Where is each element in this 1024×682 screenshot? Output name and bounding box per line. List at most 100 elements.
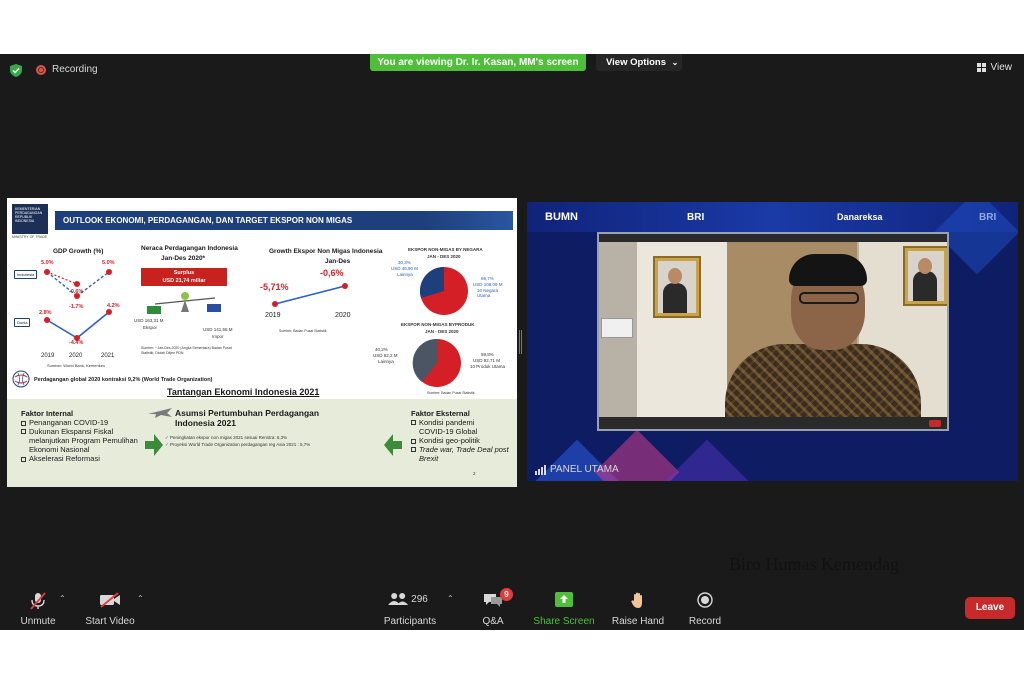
portrait-frame — [903, 246, 947, 306]
shared-screen-slide: KEMENTERIAN PERDAGANGAN REPUBLIK INDONES… — [7, 198, 517, 487]
pie1-chart — [419, 266, 468, 315]
growth-year-2019: 2019 — [265, 312, 281, 319]
raise-hand-icon — [631, 592, 642, 608]
arrow-left-icon — [384, 434, 402, 456]
gdp-dunia-2021: 4.2% — [107, 303, 120, 309]
surplus-box: Surplus USD 21,74 miliar — [141, 268, 227, 286]
pie1-left-pct: 30,3% — [398, 260, 411, 265]
pie1-right-pct: 69,7% — [481, 276, 494, 281]
arrow-right-icon — [145, 434, 163, 456]
qa-label: Q&A — [482, 616, 504, 627]
grid-view-icon — [976, 63, 986, 72]
watermark-text: Biro Humas Kemendag — [729, 554, 899, 574]
participants-icon-group: 296 — [388, 592, 428, 606]
asumsi-list: ✓ Peningkatan ekspor non migas 2021 sesu… — [165, 434, 310, 448]
list-item-text: Kondisi pandemi COVID-19 Global — [419, 418, 478, 436]
list-item: Penanganan COVID-19 — [21, 418, 151, 427]
speaker-video-tile[interactable]: BUMN BRI Danareksa BRI PANEL UTAMA — [527, 202, 1018, 481]
list-item: Dukunan Ekspansi Fiskal melanjutkan Prog… — [21, 427, 151, 454]
signal-bars-icon — [535, 464, 546, 475]
zoom-meeting-window: Recording You are viewing Dr. Ir. Kasan,… — [0, 54, 1024, 630]
airplane-icon — [148, 408, 172, 418]
gdp-year-2020: 2020 — [69, 353, 83, 359]
growth-period: Jan-Des — [325, 258, 351, 265]
gdp-chart — [44, 269, 112, 341]
batik-pattern — [725, 344, 921, 423]
viewing-banner: You are viewing Dr. Ir. Kasan, MM's scre… — [370, 54, 586, 71]
participant-name: PANEL UTAMA — [550, 464, 619, 475]
faktor-eksternal-heading: Faktor Eksternal — [411, 409, 470, 418]
shield-check-icon[interactable] — [10, 64, 22, 77]
asumsi-heading: Asumsi Pertumbuhan Perdagangan Indonesia… — [175, 408, 320, 428]
meeting-toolbar: Unmute ⌃ Start Video ⌃ 296 Participants … — [0, 582, 1024, 630]
view-label: View — [990, 62, 1013, 73]
decor-shape — [664, 439, 750, 481]
pie2-left-label: Lainnya — [378, 359, 394, 364]
record-icon — [697, 592, 713, 608]
pie2-right-pct: 59,8% — [481, 352, 494, 357]
nested-toolbar-bottom — [599, 417, 947, 429]
pie2-period: JAN - DES 2020 — [425, 329, 459, 334]
top-bar: Recording You are viewing Dr. Ir. Kasan,… — [0, 54, 1024, 86]
recording-label[interactable]: Recording — [52, 64, 98, 75]
growth-title: Growth Ekspor Non Migas Indonesia — [269, 248, 383, 255]
qa-count-badge: 9 — [500, 588, 513, 601]
caret-up-icon[interactable]: ⌃ — [447, 594, 454, 603]
participants-label: Participants — [383, 616, 437, 627]
nested-toolbar — [599, 234, 947, 242]
checkbox-icon — [21, 456, 26, 462]
gdp-year-2021: 2021 — [101, 353, 115, 359]
list-item-text: Akselerasi Reformasi — [29, 454, 100, 463]
list-item-text: Kondisi geo-politik — [419, 436, 480, 445]
gdp-indo-2020: -1.7% — [69, 304, 84, 310]
record-label: Record — [688, 616, 722, 627]
nested-leave-button — [929, 420, 941, 427]
pie1-title: EKSPOR NON-MIGAS BY NEGARA — [408, 247, 483, 252]
growth-2020-value: -0,6% — [320, 268, 344, 278]
neraca-period: Jan-Des 2020* — [161, 255, 206, 262]
slide-page-number: 2 — [473, 471, 476, 476]
checkbox-icon — [21, 429, 26, 434]
speaker-camera-feed — [597, 232, 949, 431]
list-item: Akselerasi Reformasi — [21, 454, 151, 463]
pie2-right-label: 10 Produk Utama — [470, 364, 506, 369]
list-item: Kondisi pandemi COVID-19 Global — [411, 418, 515, 436]
slide-banner-text: OUTLOOK EKONOMI, PERDAGANGAN, DAN TARGET… — [63, 216, 353, 225]
list-item-text: Trade war, Trade Deal post Brexit — [419, 445, 509, 463]
indonesia-tag: Indonesia — [14, 270, 38, 279]
neraca-note: Sumber: * Jan-Des 2020 (Angka Sementara)… — [141, 346, 232, 355]
portrait-frame — [653, 256, 701, 318]
checkbox-icon — [411, 420, 416, 425]
start-video-label: Start Video — [85, 616, 135, 627]
impor-value: USD 141,56 M — [203, 327, 233, 332]
pie1-period: JAN - DES 2020 — [427, 254, 461, 259]
surplus-value: USD 21,74 miliar — [162, 278, 206, 284]
glasses — [799, 292, 859, 304]
microphone-muted-icon — [30, 592, 46, 610]
list-item: ✓ Peningkatan ekspor non migas 2021 sesu… — [165, 434, 310, 441]
faktor-eksternal-list: Faktor Eksternal Kondisi pandemi COVID-1… — [411, 409, 515, 463]
pie1-left-label: Lainnya — [397, 272, 413, 277]
view-options-button[interactable]: View Options ⌄ — [596, 54, 682, 71]
unmute-label: Unmute — [20, 616, 56, 627]
view-button[interactable]: View — [976, 62, 1013, 73]
pie1-right-value: USD 108,09 M — [473, 282, 503, 287]
growth-year-2020: 2020 — [335, 312, 351, 319]
speaker-hair — [789, 254, 867, 286]
ministry-sub: MINISTRY OF TRADE — [12, 235, 48, 239]
gdp-source: Sumber: World Bank, Kemenkeu — [47, 363, 106, 368]
growth-chart — [272, 283, 348, 307]
leave-button[interactable]: Leave — [965, 597, 1015, 619]
recording-icon — [36, 65, 46, 75]
gdp-indo-mid: -0.6% — [69, 289, 84, 295]
caret-up-icon[interactable]: ⌃ — [137, 594, 144, 603]
view-options-label: View Options — [606, 57, 667, 68]
gdp-indo-2019: 5.0% — [41, 260, 54, 266]
share-screen-icon — [555, 592, 573, 607]
faktor-internal-list: Faktor Internal Penanganan COVID-19 Duku… — [21, 409, 151, 463]
split-divider-handle[interactable] — [519, 330, 522, 354]
participant-name-label: PANEL UTAMA — [535, 464, 619, 475]
list-item-text: Penanganan COVID-19 — [29, 418, 109, 427]
caret-up-icon[interactable]: ⌃ — [59, 594, 66, 603]
gdp-year-2019: 2019 — [41, 353, 55, 359]
